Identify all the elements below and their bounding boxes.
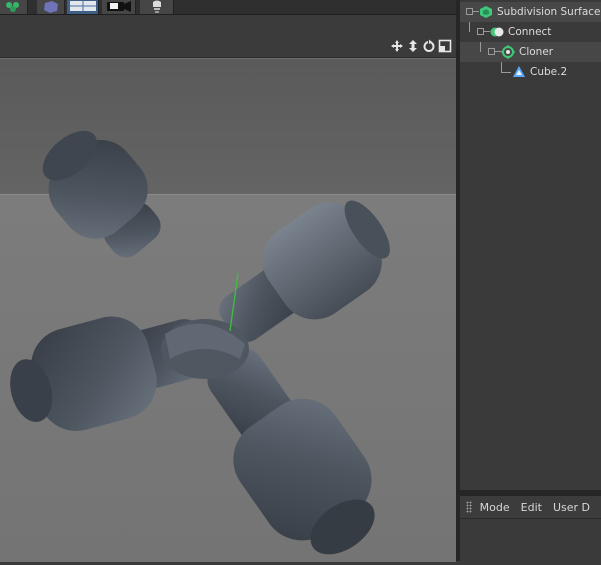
light-toolbar-button[interactable] xyxy=(140,0,174,14)
toggle-view-icon[interactable] xyxy=(438,39,452,53)
camera-toolbar-button[interactable] xyxy=(102,0,136,14)
object-label: Connect xyxy=(508,26,552,38)
object-row-connect[interactable]: Connect xyxy=(460,22,601,42)
light-bulb-icon xyxy=(153,0,161,13)
object-label: Cube.2 xyxy=(530,66,568,78)
tree-connector xyxy=(469,22,470,32)
floor-grid-icon xyxy=(70,1,96,11)
tree-connector xyxy=(501,62,502,72)
viewport-header xyxy=(0,37,456,58)
connect-icon xyxy=(490,27,504,37)
object-row-cloner[interactable]: Cloner xyxy=(460,42,601,62)
main-toolbar xyxy=(0,0,458,15)
primitive-toolbar-button[interactable] xyxy=(37,0,65,14)
polygon-object-icon xyxy=(513,66,525,77)
object-label: Cloner xyxy=(519,46,554,58)
dolly-view-icon[interactable] xyxy=(406,39,420,53)
rotate-view-icon[interactable] xyxy=(422,39,436,53)
viewport-menubar xyxy=(0,15,458,37)
floor-toolbar-button[interactable] xyxy=(67,0,99,14)
camera-icon xyxy=(107,1,131,12)
right-panel: Subdivision Surface Connect Cloner Cube.… xyxy=(460,0,601,561)
collapse-toggle-icon[interactable] xyxy=(488,48,495,55)
object-row-subdivision-surface[interactable]: Subdivision Surface xyxy=(460,2,601,22)
cloner-icon xyxy=(501,45,515,59)
collapse-toggle-icon[interactable] xyxy=(466,8,473,15)
object-manager: Subdivision Surface Connect Cloner Cube.… xyxy=(460,0,601,490)
grip-handle-icon[interactable] xyxy=(466,501,472,513)
collapse-toggle-icon[interactable] xyxy=(477,28,484,35)
viewport[interactable] xyxy=(0,37,456,562)
tree-connector xyxy=(480,42,481,52)
tree-connector xyxy=(501,72,511,73)
mograph-toolbar-button[interactable] xyxy=(0,0,28,14)
menu-mode[interactable]: Mode xyxy=(480,501,510,514)
attribute-menubar: Mode Edit User D xyxy=(460,496,601,519)
viewport-scene[interactable] xyxy=(0,58,456,562)
menu-user-data[interactable]: User D xyxy=(553,501,590,514)
attribute-manager: Mode Edit User D xyxy=(460,496,601,561)
cube-icon xyxy=(44,1,58,13)
object-row-cube-2[interactable]: Cube.2 xyxy=(460,62,601,82)
subdivision-surface-icon xyxy=(480,6,492,18)
object-label: Subdivision Surface xyxy=(497,6,601,18)
move-view-icon[interactable] xyxy=(390,39,404,53)
menu-edit[interactable]: Edit xyxy=(521,501,542,514)
cloner-icon xyxy=(6,2,19,12)
